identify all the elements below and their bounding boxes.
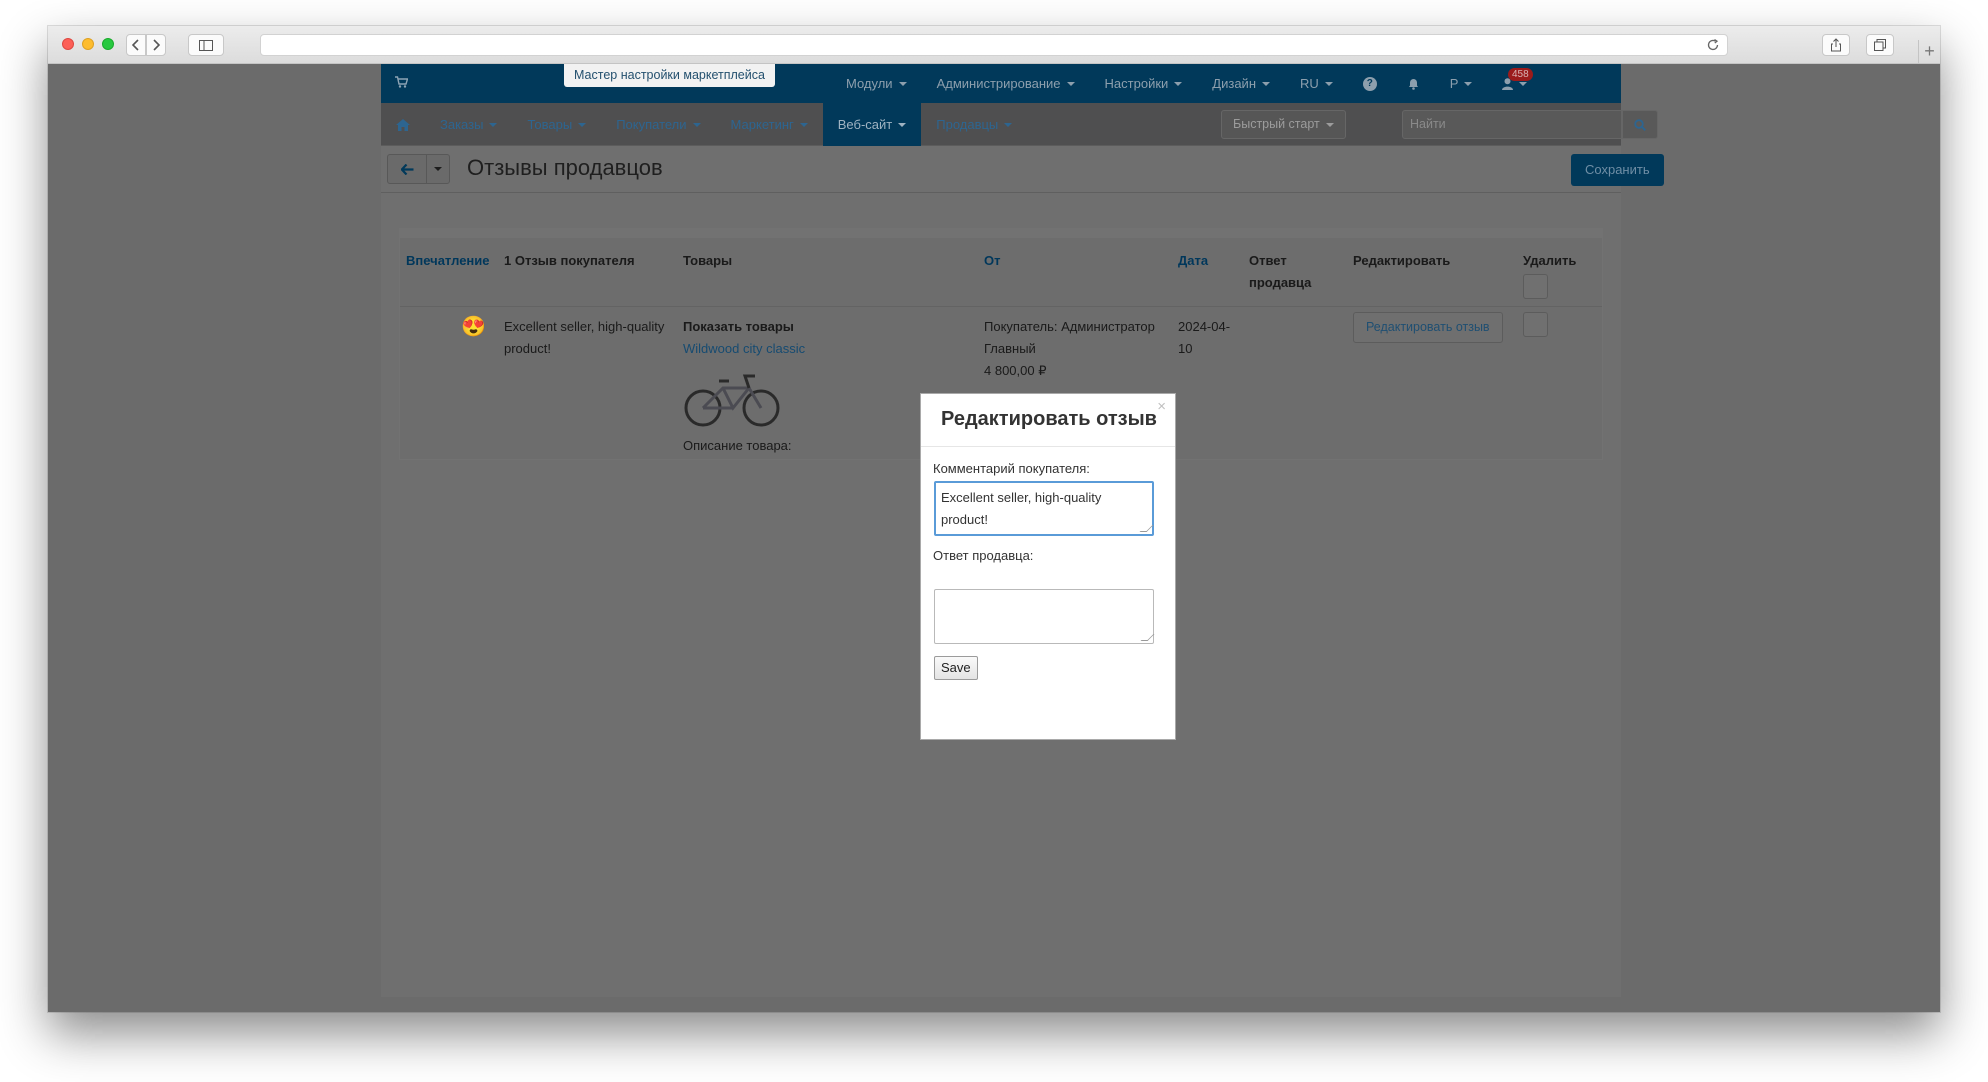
sidebar-toggle-button[interactable] — [188, 34, 224, 56]
forward-nav-button[interactable] — [146, 34, 166, 56]
reload-icon[interactable] — [1705, 37, 1721, 53]
share-icon — [1831, 38, 1841, 52]
zoom-window-button[interactable] — [102, 38, 114, 50]
search-button[interactable] — [1622, 110, 1658, 139]
browser-titlebar: + — [48, 26, 1940, 64]
modal-save-button[interactable]: Save — [934, 656, 978, 680]
resize-grip[interactable] — [1139, 525, 1154, 532]
tabs-overview-button[interactable] — [1866, 34, 1894, 56]
share-button[interactable] — [1822, 34, 1850, 56]
customer-comment-textarea[interactable]: Excellent seller, high-quality product! — [934, 481, 1154, 536]
sidebar-icon — [199, 39, 213, 51]
minimize-window-button[interactable] — [82, 38, 94, 50]
modal-title: Редактировать отзыв — [941, 408, 1157, 430]
address-bar[interactable] — [260, 34, 1728, 56]
seller-reply-textarea[interactable] — [934, 589, 1155, 644]
back-nav-button[interactable] — [126, 34, 146, 56]
customer-comment-label: Комментарий покупателя: — [933, 461, 1090, 476]
modal-divider — [921, 446, 1175, 447]
browser-window: + Мастер настройки маркетплейса Модули А… — [48, 26, 1940, 1012]
seller-reply-label: Ответ продавца: — [933, 548, 1034, 563]
search-icon — [1634, 118, 1646, 131]
tabs-icon — [1874, 39, 1886, 51]
chevron-right-icon — [153, 39, 160, 51]
customer-comment-text: Excellent seller, high-quality product! — [941, 490, 1102, 527]
resize-grip[interactable] — [1140, 634, 1155, 641]
close-window-button[interactable] — [62, 38, 74, 50]
close-icon[interactable]: × — [1157, 398, 1166, 415]
edit-review-modal: × Редактировать отзыв Комментарий покупа… — [920, 393, 1176, 740]
chevron-left-icon — [132, 39, 139, 51]
new-tab-button[interactable]: + — [1918, 40, 1940, 64]
